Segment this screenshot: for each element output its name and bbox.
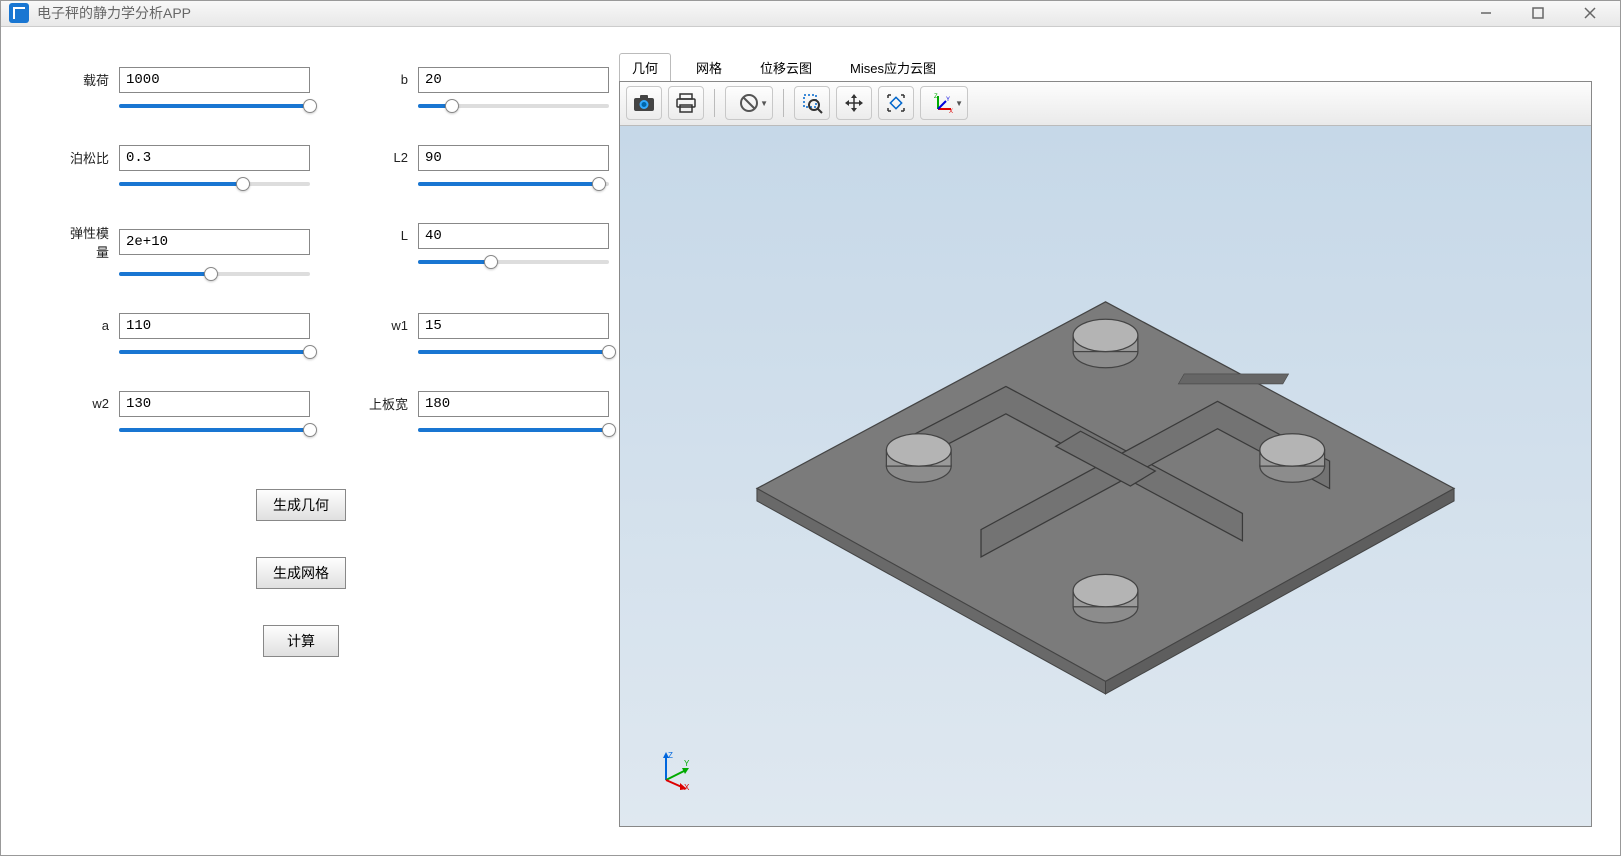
toolbar-separator xyxy=(714,89,715,117)
generate-geometry-button[interactable]: 生成几何 xyxy=(256,489,346,521)
viewer-frame: ▼ Z X Y ▼ xyxy=(619,81,1592,827)
camera-icon[interactable] xyxy=(626,86,662,120)
app-window: 电子秤的静力学分析APP 载荷 b 泊松比 L2 弹性模量 La w1 w2 上板宽 生成几何 … xyxy=(0,0,1621,856)
param-row-L: L xyxy=(360,223,609,283)
axis-gizmo: Z Y X xyxy=(656,750,696,790)
param-input-L[interactable] xyxy=(418,223,609,249)
param-slider-L[interactable] xyxy=(418,253,609,271)
param-slider-w2[interactable] xyxy=(119,421,310,439)
svg-text:Z: Z xyxy=(668,751,673,760)
fit-icon[interactable] xyxy=(878,86,914,120)
param-input-w2[interactable] xyxy=(119,391,310,417)
param-label: a xyxy=(61,318,109,333)
svg-text:Y: Y xyxy=(946,97,950,103)
param-input-上板宽[interactable] xyxy=(418,391,609,417)
chevron-down-icon: ▼ xyxy=(955,99,963,108)
zoom-icon[interactable] xyxy=(794,86,830,120)
svg-text:Y: Y xyxy=(684,759,690,768)
window-controls xyxy=(1474,1,1602,25)
param-row-泊松比: 泊松比 xyxy=(61,145,310,193)
disable-icon[interactable]: ▼ xyxy=(725,86,773,120)
param-label: w2 xyxy=(61,396,109,411)
param-row-上板宽: 上板宽 xyxy=(360,391,609,439)
param-row-b: b xyxy=(360,67,609,115)
tab-0[interactable]: 几何 xyxy=(619,53,671,81)
param-input-L2[interactable] xyxy=(418,145,609,171)
param-slider-L2[interactable] xyxy=(418,175,609,193)
param-label: 上板宽 xyxy=(360,394,408,413)
svg-text:X: X xyxy=(949,109,953,113)
app-icon xyxy=(9,3,29,23)
param-label: 弹性模量 xyxy=(61,223,109,261)
param-label: L2 xyxy=(360,150,408,165)
pan-icon[interactable] xyxy=(836,86,872,120)
param-label: w1 xyxy=(360,318,408,333)
param-slider-w1[interactable] xyxy=(418,343,609,361)
param-row-弹性模量: 弹性模量 xyxy=(61,223,310,283)
param-slider-b[interactable] xyxy=(418,97,609,115)
param-row-w1: w1 xyxy=(360,313,609,361)
viewer-panel: 几何网格位移云图 Mises应力云图 ▼ xyxy=(611,47,1600,835)
param-input-载荷[interactable] xyxy=(119,67,310,93)
param-row-载荷: 载荷 xyxy=(61,67,310,115)
param-slider-弹性模量[interactable] xyxy=(119,265,310,283)
3d-canvas[interactable]: Z Y X xyxy=(620,126,1591,826)
tab-3[interactable]: Mises应力云图 xyxy=(837,53,949,81)
compute-button[interactable]: 计算 xyxy=(263,625,339,657)
param-label: L xyxy=(360,228,408,243)
param-input-泊松比[interactable] xyxy=(119,145,310,171)
param-row-w2: w2 xyxy=(61,391,310,439)
svg-text:Z: Z xyxy=(934,94,938,100)
chevron-down-icon: ▼ xyxy=(760,99,768,108)
param-slider-a[interactable] xyxy=(119,343,310,361)
parameters-panel: 载荷 b 泊松比 L2 弹性模量 La w1 w2 上板宽 生成几何 生成网格 计算 xyxy=(21,47,581,835)
toolbar-separator xyxy=(783,89,784,117)
print-icon[interactable] xyxy=(668,86,704,120)
param-input-弹性模量[interactable] xyxy=(119,229,310,255)
param-row-a: a xyxy=(61,313,310,361)
viewer-toolbar: ▼ Z X Y ▼ xyxy=(620,82,1591,126)
tab-1[interactable]: 网格 xyxy=(683,53,735,81)
param-slider-上板宽[interactable] xyxy=(418,421,609,439)
param-label: 泊松比 xyxy=(61,148,109,167)
param-label: 载荷 xyxy=(61,70,109,89)
generate-mesh-button[interactable]: 生成网格 xyxy=(256,557,346,589)
window-title: 电子秤的静力学分析APP xyxy=(37,3,1474,23)
svg-text:X: X xyxy=(684,783,690,790)
param-input-b[interactable] xyxy=(418,67,609,93)
viewer-tabs: 几何网格位移云图 Mises应力云图 xyxy=(611,47,1600,81)
minimize-button[interactable] xyxy=(1474,1,1498,25)
param-slider-泊松比[interactable] xyxy=(119,175,310,193)
titlebar: 电子秤的静力学分析APP xyxy=(1,1,1620,27)
param-slider-载荷[interactable] xyxy=(119,97,310,115)
tab-2[interactable]: 位移云图 xyxy=(747,53,825,81)
param-row-L2: L2 xyxy=(360,145,609,193)
action-buttons: 生成几何 生成网格 计算 xyxy=(61,489,541,657)
param-label: b xyxy=(360,72,408,87)
maximize-button[interactable] xyxy=(1526,1,1550,25)
axes-icon[interactable]: Z X Y ▼ xyxy=(920,86,968,120)
param-input-a[interactable] xyxy=(119,313,310,339)
content-area: 载荷 b 泊松比 L2 弹性模量 La w1 w2 上板宽 生成几何 生成网格 计算 几何网格位… xyxy=(1,27,1620,855)
param-input-w1[interactable] xyxy=(418,313,609,339)
close-button[interactable] xyxy=(1578,1,1602,25)
